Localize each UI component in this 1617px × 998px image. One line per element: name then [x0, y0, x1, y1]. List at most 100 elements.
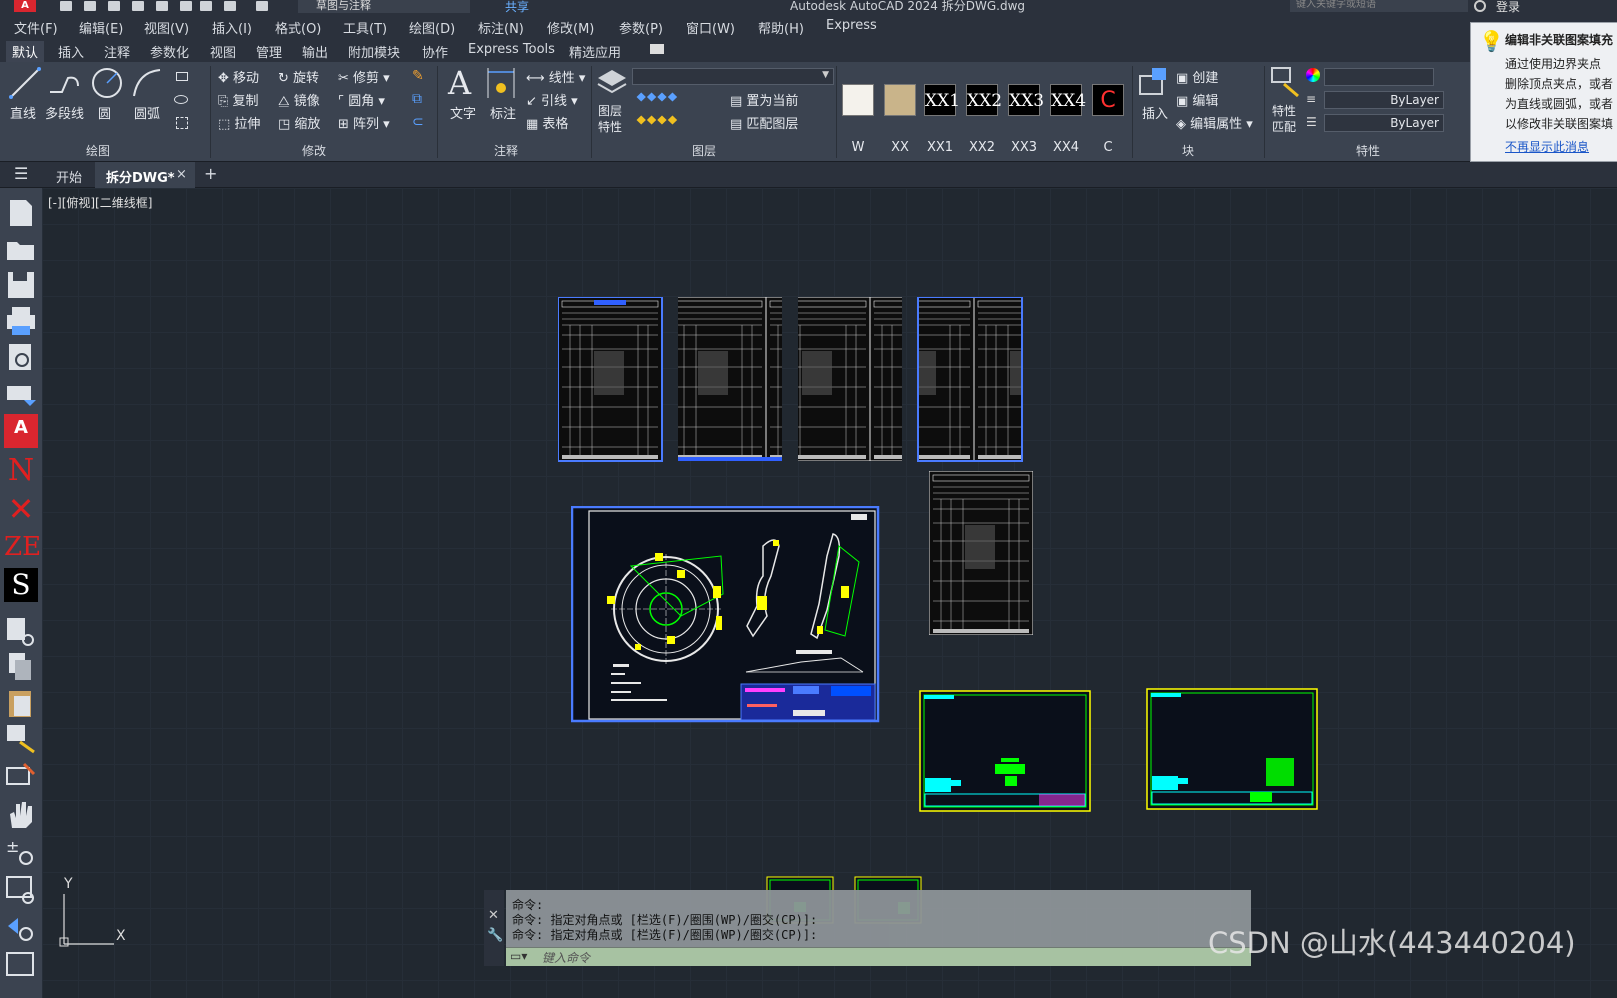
style-xx2-label[interactable]: XX2	[962, 140, 1002, 155]
copy-icon[interactable]	[4, 650, 38, 684]
rotate-button[interactable]: ↻ 旋转	[278, 67, 319, 86]
print-preview-icon[interactable]	[4, 340, 38, 374]
paste-icon[interactable]	[4, 686, 38, 720]
save-icon[interactable]	[4, 268, 38, 302]
cut-icon[interactable]	[4, 614, 38, 648]
scale-button[interactable]: ◳ 缩放	[278, 113, 320, 132]
set-current-button[interactable]: ▤ 置为当前	[730, 90, 798, 109]
arc-icon[interactable]	[130, 66, 164, 100]
zoom-previous-icon[interactable]	[4, 912, 38, 946]
erase-icon[interactable]: ✎	[412, 68, 424, 84]
plot-icon[interactable]	[200, 1, 212, 11]
leader-button[interactable]: ↙ 引线 ▾	[526, 90, 578, 109]
tab-default[interactable]: 默认	[6, 41, 45, 62]
open-folder-icon[interactable]	[4, 232, 38, 266]
tab-view[interactable]: 视图	[204, 41, 242, 62]
menu-express[interactable]: Express	[826, 18, 877, 33]
block-editor-icon[interactable]	[4, 760, 38, 794]
menu-edit[interactable]: 编辑(E)	[79, 18, 123, 37]
tab-insert[interactable]: 插入	[52, 41, 90, 62]
tab-active-doc-label[interactable]: 拆分DWG*	[106, 167, 175, 186]
tab-featured-apps[interactable]: 精选应用	[563, 41, 627, 62]
menu-modify[interactable]: 修改(M)	[547, 18, 594, 37]
menu-help[interactable]: 帮助(H)	[758, 18, 804, 37]
n-tool-icon[interactable]: N	[4, 454, 38, 488]
x-tool-icon[interactable]: ✕	[4, 492, 38, 526]
circle-icon[interactable]	[90, 66, 124, 100]
viewport-controls[interactable]: [-][俯视][二维线框]	[48, 194, 152, 211]
text-icon[interactable]: A	[448, 64, 471, 102]
trim-button[interactable]: ✂ 修剪 ▾	[338, 67, 390, 86]
color-dropdown[interactable]	[1324, 68, 1434, 86]
login-button[interactable]: 登录	[1496, 0, 1520, 15]
web-save-icon[interactable]	[180, 1, 192, 11]
offset-icon[interactable]: ⊂	[412, 114, 424, 130]
style-xx4-thumb[interactable]: XX4	[1050, 84, 1086, 116]
menu-format[interactable]: 格式(O)	[275, 18, 321, 37]
stretch-button[interactable]: ⬚ 拉伸	[218, 113, 260, 132]
lineweight-dropdown[interactable]: ByLayer	[1324, 114, 1444, 132]
linear-button[interactable]: ⟷ 线性 ▾	[526, 67, 585, 86]
match-properties-icon[interactable]	[1270, 66, 1302, 98]
tab-parametric[interactable]: 参数化	[144, 41, 195, 62]
layer-properties-l2[interactable]: 特性	[598, 118, 622, 135]
layer-dropdown[interactable]: ▼	[632, 68, 834, 85]
mirror-button[interactable]: ⧋ 镜像	[278, 90, 320, 109]
style-xx4-label[interactable]: XX4	[1046, 140, 1086, 155]
workspace-dropdown[interactable]: 草图与注释	[298, 0, 470, 13]
tab-annotate[interactable]: 注释	[98, 41, 136, 62]
close-tab-icon[interactable]: ×	[176, 167, 187, 182]
match-properties-l1[interactable]: 特性	[1272, 102, 1296, 119]
rectangle-icon[interactable]	[176, 72, 188, 81]
command-prompt-icon[interactable]: ▭▾	[510, 949, 527, 963]
style-w-label[interactable]: W	[838, 140, 878, 155]
close-command-icon[interactable]: ✕	[488, 908, 499, 923]
tab-start[interactable]: 开始	[56, 167, 82, 186]
app-logo[interactable]: A	[14, 0, 36, 12]
search-icon[interactable]	[1474, 0, 1486, 12]
insert-block-icon[interactable]	[1138, 66, 1170, 98]
dimension-label[interactable]: 标注	[490, 103, 516, 122]
polyline-label[interactable]: 多段线	[45, 103, 84, 122]
properties-panel-title[interactable]: 特性	[1356, 142, 1380, 159]
style-xx3-thumb[interactable]: XX3	[1008, 84, 1044, 116]
menu-file[interactable]: 文件(F)	[14, 18, 58, 37]
style-c-label[interactable]: C	[1088, 140, 1128, 155]
layers-panel-title[interactable]: 图层	[692, 142, 716, 159]
new-tab-icon[interactable]: +	[204, 164, 217, 183]
style-xx-thumb[interactable]	[884, 84, 916, 116]
table-button[interactable]: ▦ 表格	[526, 113, 568, 132]
zoom-realtime-icon[interactable]: ±	[4, 836, 38, 870]
s-tool-icon[interactable]: S	[4, 568, 38, 602]
redo-icon[interactable]	[256, 1, 268, 11]
style-xx3-label[interactable]: XX3	[1004, 140, 1044, 155]
zoom-window-icon[interactable]	[4, 874, 38, 908]
undo-icon[interactable]	[224, 1, 236, 11]
command-input[interactable]: ▭▾ 键入命令	[506, 947, 1251, 966]
menu-parametric[interactable]: 参数(P)	[619, 18, 663, 37]
arc-label[interactable]: 圆弧	[134, 103, 160, 122]
edit-attributes-button[interactable]: ◈ 编辑属性 ▾	[1176, 113, 1253, 132]
share-button[interactable]: 共享	[505, 0, 529, 15]
layer-properties-l1[interactable]: 图层	[598, 102, 622, 119]
style-xx1-label[interactable]: XX1	[920, 140, 960, 155]
polyline-icon[interactable]	[48, 70, 82, 98]
ribbon-toggle-icon[interactable]	[650, 44, 664, 54]
array-button[interactable]: ⊞ 阵列 ▾	[338, 113, 390, 132]
style-xx2-thumb[interactable]: XX2	[966, 84, 1002, 116]
annotation-panel-title[interactable]: 注释	[494, 142, 518, 159]
web-open-icon[interactable]	[156, 1, 168, 11]
hatch-icon[interactable]	[176, 117, 188, 129]
new-icon[interactable]	[60, 1, 72, 11]
saveas-icon[interactable]	[132, 1, 144, 11]
part-drawing-sheet[interactable]	[571, 506, 881, 724]
edit-block-button[interactable]: ▣ 编辑	[1176, 90, 1218, 109]
menu-view[interactable]: 视图(V)	[144, 18, 189, 37]
draw-panel-title[interactable]: 绘图	[86, 142, 110, 159]
customize-wrench-icon[interactable]: 🔧	[487, 928, 503, 943]
insert-label[interactable]: 插入	[1142, 103, 1168, 122]
new-file-icon[interactable]	[4, 196, 38, 230]
search-input[interactable]: 键入关键字或短语	[1290, 0, 1468, 12]
hamburger-menu-icon[interactable]: ☰	[14, 164, 28, 183]
style-c-thumb[interactable]: C	[1092, 84, 1124, 116]
